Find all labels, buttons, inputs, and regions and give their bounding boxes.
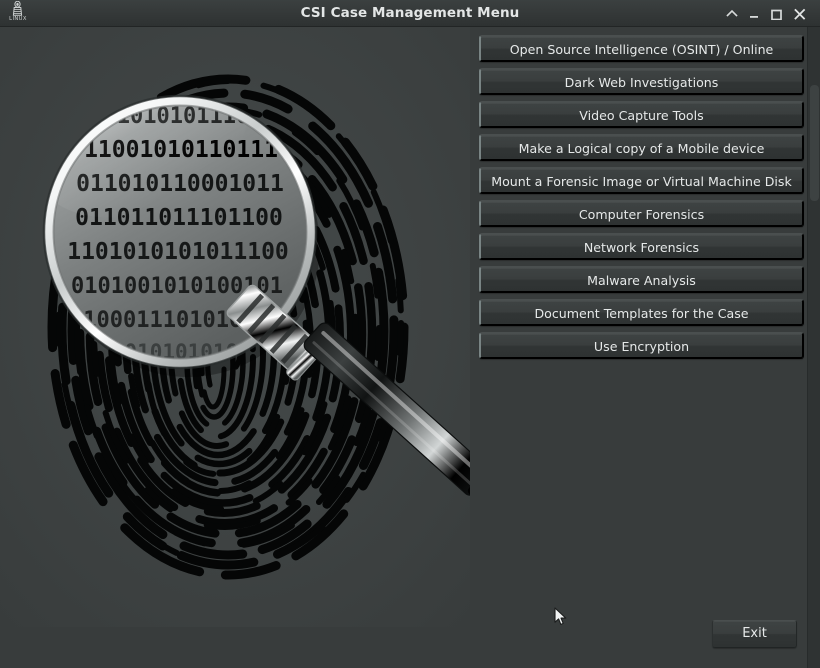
maximize-icon (771, 9, 782, 20)
close-button[interactable] (789, 0, 811, 27)
exit-button[interactable]: Exit (712, 620, 797, 648)
menu-button-list: Open Source Intelligence (OSINT) / Onlin… (479, 35, 804, 365)
chevron-up-icon (726, 9, 738, 17)
menu-button-document-templates[interactable]: Document Templates for the Case (479, 299, 804, 326)
menu-button-osint-online[interactable]: Open Source Intelligence (OSINT) / Onlin… (479, 35, 804, 62)
app-icon-label: LINUX (9, 16, 27, 22)
maximize-button[interactable] (765, 0, 787, 27)
fingerprint-magnifier-illustration: 1100010 010101011101 11001010110111 0110… (0, 27, 470, 627)
fingerprint-magnifier-svg: 1100010 010101011101 11001010110111 0110… (0, 27, 470, 627)
svg-text:1101010101011100: 1101010101011100 (67, 239, 289, 265)
csi-linux-logo-glyph (12, 1, 23, 16)
close-icon (794, 8, 806, 20)
menu-button-video-capture[interactable]: Video Capture Tools (479, 101, 804, 128)
mouse-pointer (554, 607, 567, 625)
menu-button-mobile-logical-copy[interactable]: Make a Logical copy of a Mobile device (479, 134, 804, 161)
menu-button-mount-image[interactable]: Mount a Forensic Image or Virtual Machin… (479, 167, 804, 194)
menu-button-use-encryption[interactable]: Use Encryption (479, 332, 804, 359)
menu-button-malware-analysis[interactable]: Malware Analysis (479, 266, 804, 293)
vertical-scrollbar-thumb[interactable] (810, 85, 819, 201)
application-window: LINUX CSI Case Management Menu 011011011… (0, 0, 820, 668)
minimize-button[interactable] (743, 0, 765, 27)
menu-button-dark-web[interactable]: Dark Web Investigations (479, 68, 804, 95)
minimize-icon (750, 16, 758, 18)
csi-linux-logo-icon[interactable]: LINUX (3, 0, 33, 27)
vertical-scrollbar-track[interactable] (807, 27, 820, 668)
window-titlebar[interactable]: LINUX CSI Case Management Menu (0, 0, 820, 27)
window-title: CSI Case Management Menu (300, 5, 520, 21)
shade-button[interactable] (721, 0, 743, 27)
menu-button-network-forensics[interactable]: Network Forensics (479, 233, 804, 260)
window-content: 1100010 010101011101 11001010110111 0110… (0, 27, 820, 668)
menu-button-computer-forensics[interactable]: Computer Forensics (479, 200, 804, 227)
